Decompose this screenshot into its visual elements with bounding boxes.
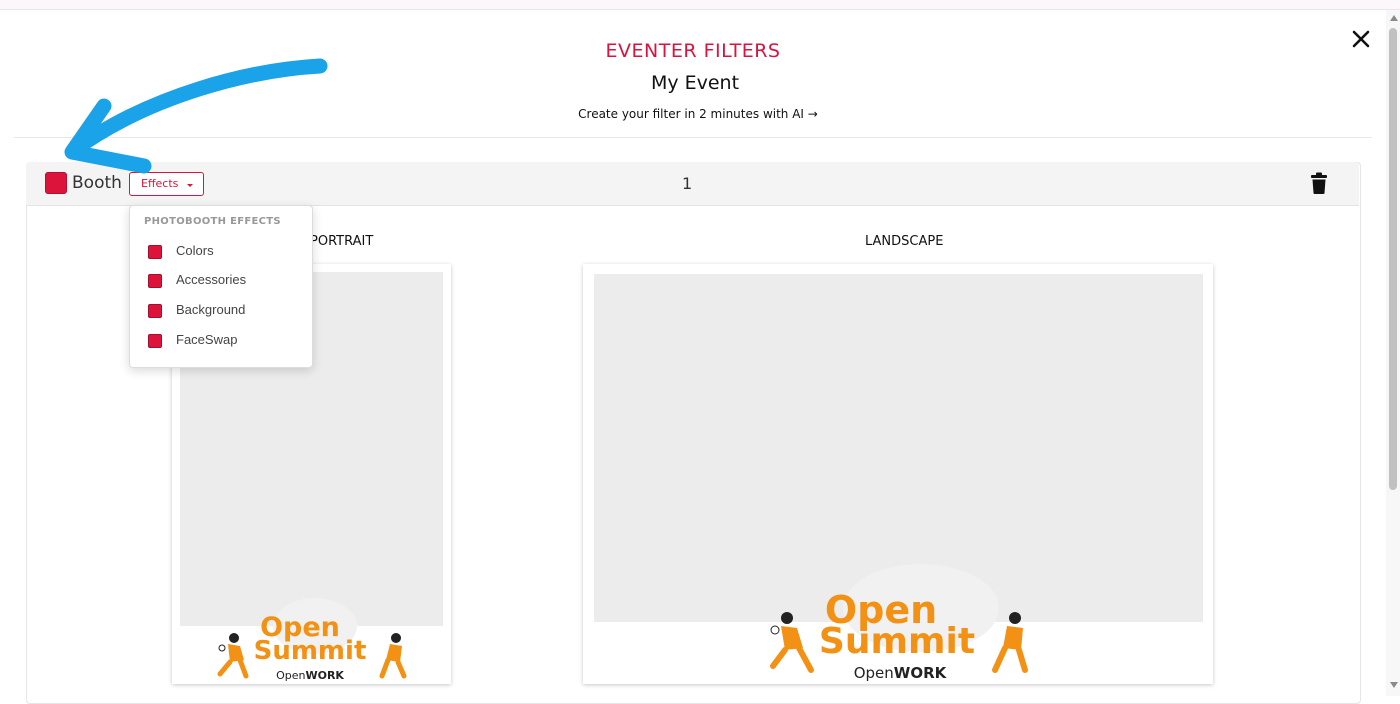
menu-item-accessories[interactable]: Accessories	[130, 267, 312, 295]
dropdown-header: PHOTOBOOTH EFFECTS	[144, 216, 281, 227]
photobooth-effects-menu: PHOTOBOOTH EFFECTS Colors Accessories Ba…	[129, 205, 313, 368]
chevron-down-icon	[187, 184, 193, 187]
faceswap-checkbox[interactable]	[148, 334, 162, 348]
menu-item-label: Accessories	[176, 272, 247, 287]
portrait-logo-line2: Summit	[254, 636, 367, 666]
trash-icon[interactable]	[1310, 172, 1328, 194]
accessories-checkbox[interactable]	[148, 274, 162, 288]
svg-text:OpenWORK: OpenWORK	[854, 664, 948, 682]
landscape-open-summit-logo: Open Summit OpenWORK	[770, 564, 1028, 682]
background-checkbox[interactable]	[148, 304, 162, 318]
portrait-openwork-prefix: Open	[276, 669, 305, 682]
menu-item-label: Background	[176, 302, 246, 317]
filter-counter: 1	[682, 174, 693, 193]
menu-item-background[interactable]: Background	[130, 297, 312, 325]
menu-item-faceswap[interactable]: FaceSwap	[130, 327, 312, 355]
portrait-label: PORTRAIT	[310, 234, 374, 249]
annotation-arrow-icon	[64, 58, 328, 174]
scrollbar-thumb[interactable]	[1389, 28, 1397, 490]
portrait-open-summit-logo: Open Summit OpenWORK	[217, 598, 407, 682]
landscape-openwork-prefix: Open	[854, 664, 894, 682]
landscape-logo-line2: Summit	[819, 621, 975, 662]
menu-item-label: Colors	[176, 243, 214, 258]
portrait-openwork-suffix: WORK	[305, 669, 344, 682]
menu-item-label: FaceSwap	[176, 332, 238, 347]
scroll-down-icon[interactable]	[1390, 682, 1398, 688]
colors-checkbox[interactable]	[148, 245, 162, 259]
menu-item-colors[interactable]: Colors	[130, 238, 312, 266]
landscape-openwork-suffix: WORK	[894, 664, 948, 682]
landscape-label: LANDSCAPE	[865, 234, 944, 249]
scroll-up-icon[interactable]	[1390, 15, 1398, 21]
close-icon[interactable]	[1349, 27, 1373, 51]
svg-text:OpenWORK: OpenWORK	[276, 669, 344, 682]
